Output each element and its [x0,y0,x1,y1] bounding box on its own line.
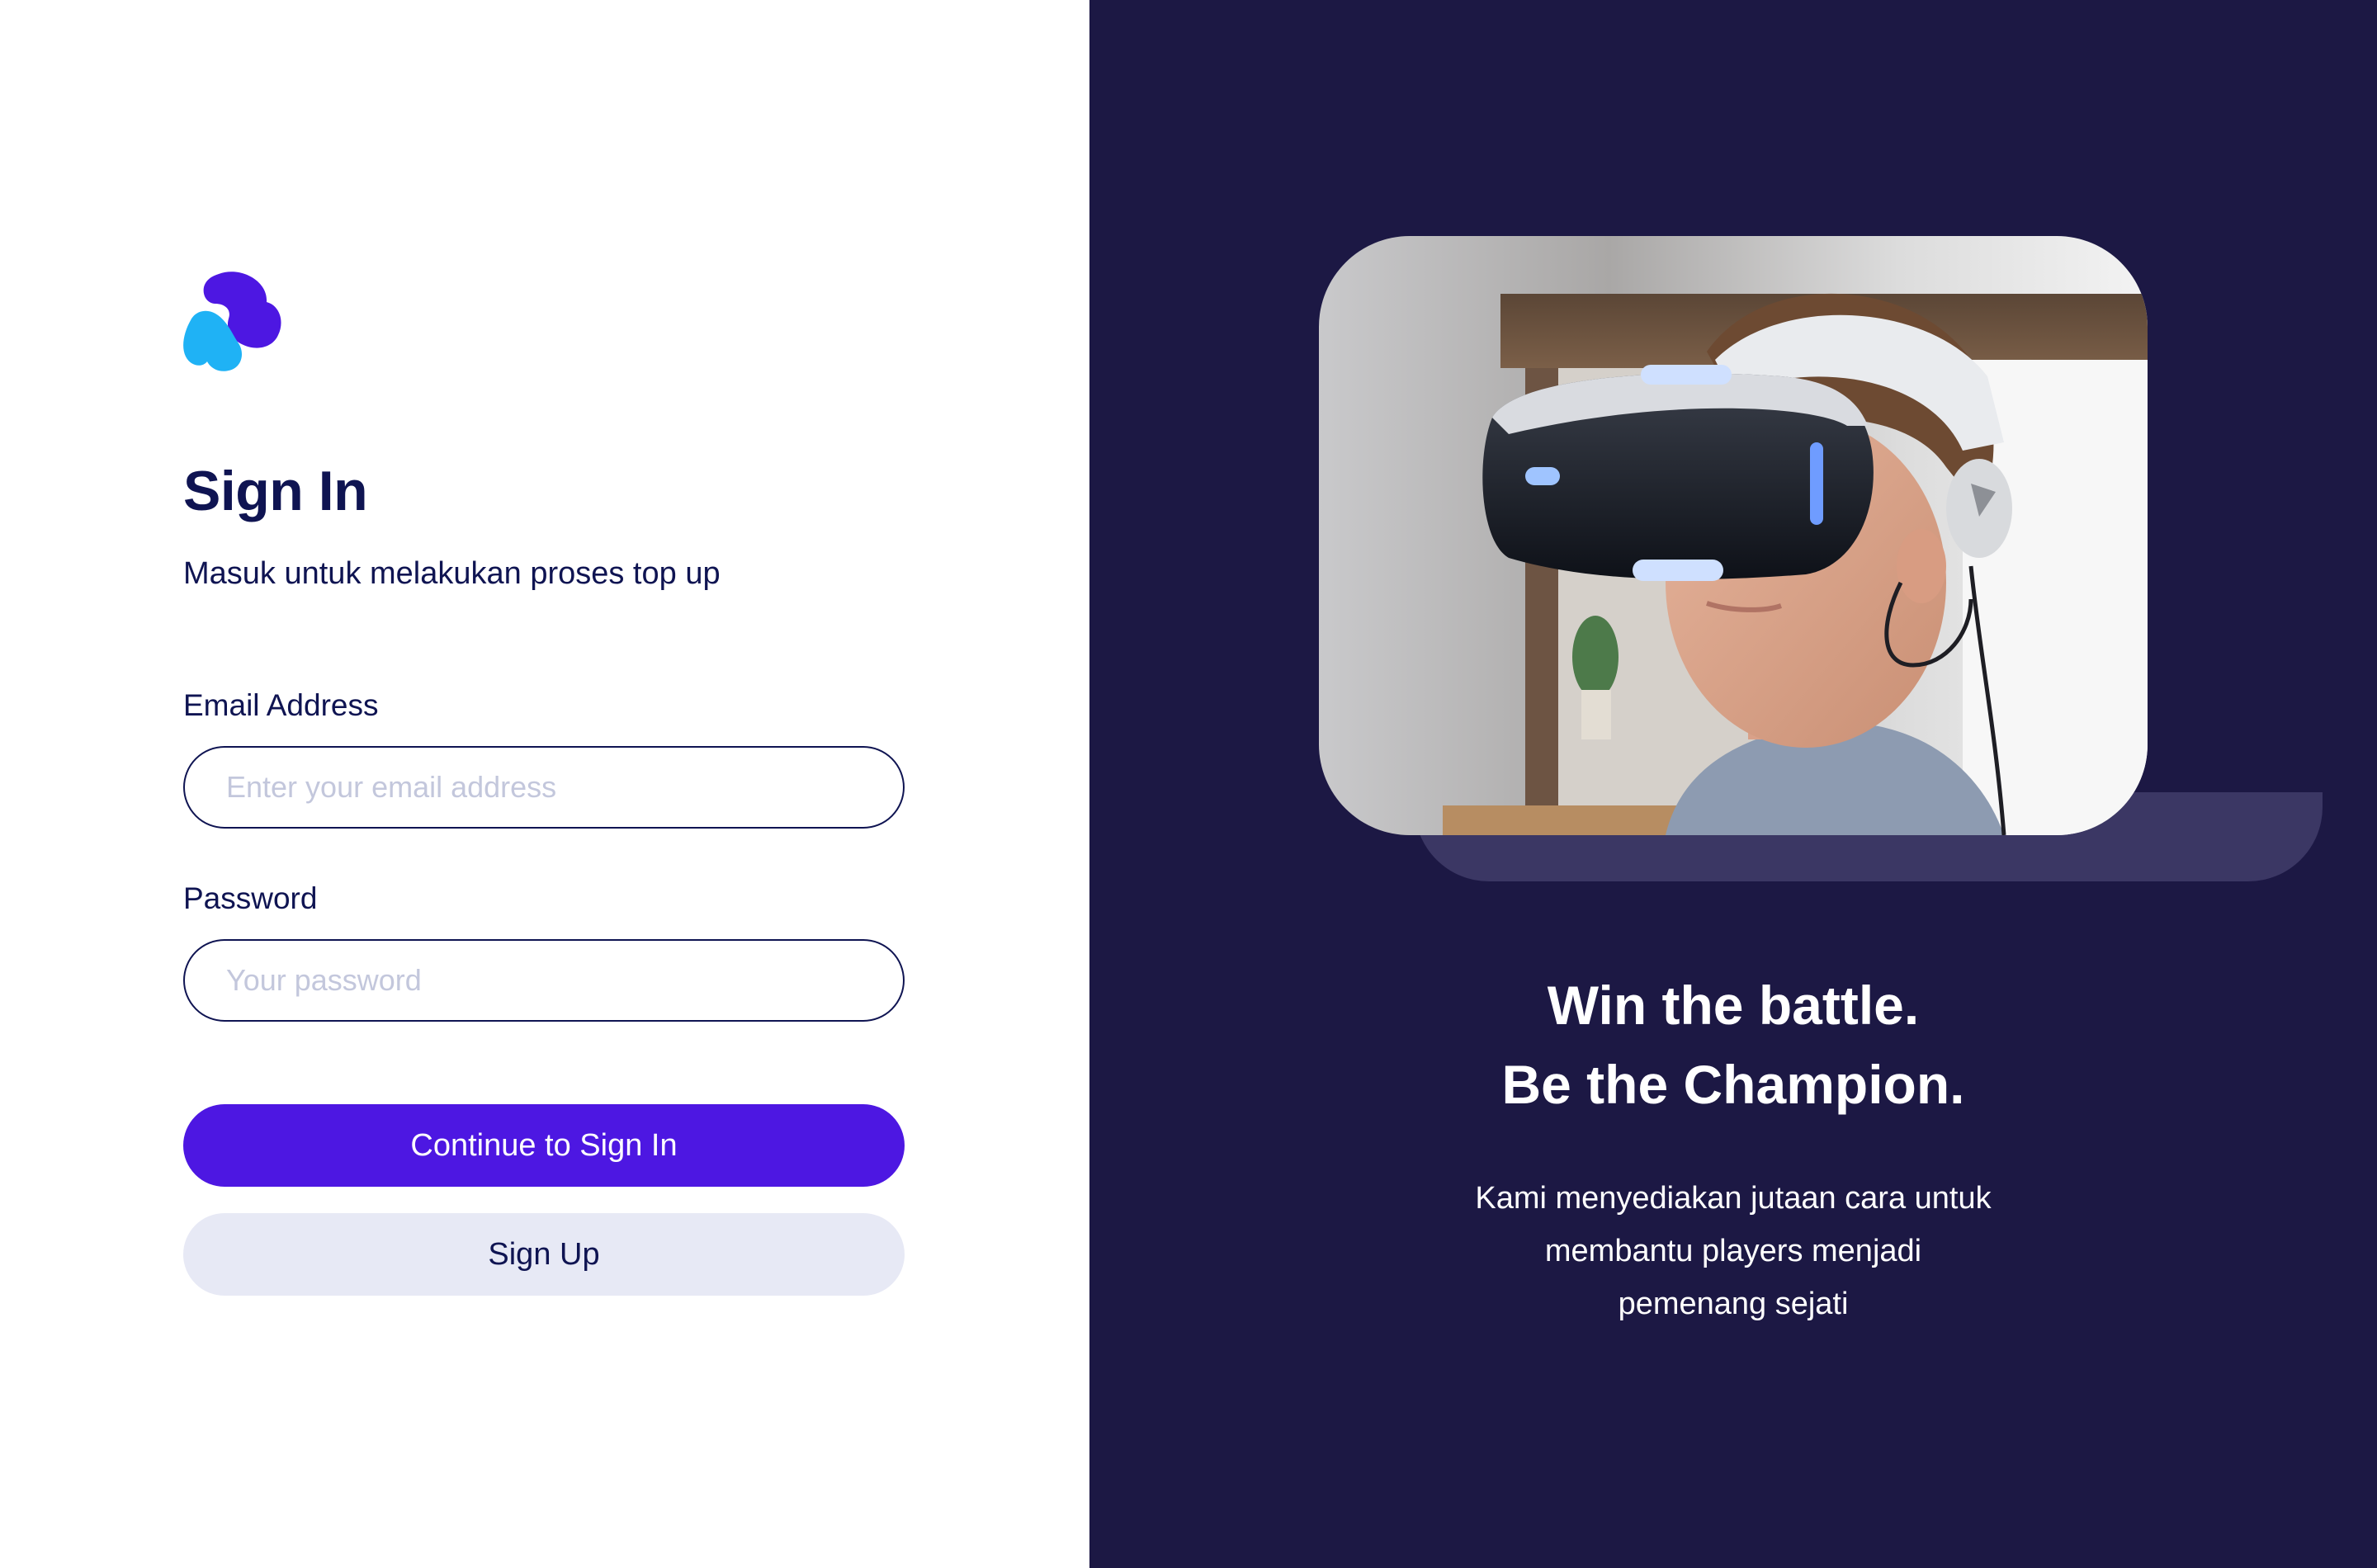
hero-image [1319,236,2148,835]
description-line-3: pemenang sejati [1618,1287,1849,1321]
sign-in-page: Sign In Masuk untuk melakukan proses top… [0,0,2377,1568]
password-label: Password [183,881,318,915]
continue-sign-in-button[interactable]: Continue to Sign In [183,1104,905,1187]
headline-line-2: Be the Champion. [1501,1054,1965,1115]
hero-panel: Win the battle. Be the Champion. Kami me… [1089,0,2377,1568]
description-line-1: Kami menyediakan jutaan cara untuk [1475,1181,1992,1216]
sign-up-button[interactable]: Sign Up [183,1213,905,1296]
page-title: Sign In [183,460,368,522]
brand-logo-icon [183,272,281,371]
password-field[interactable] [183,939,905,1022]
description-line-2: membantu players menjadi [1544,1234,1922,1268]
email-label: Email Address [183,688,379,722]
vr-headset-photo-icon [1319,236,2148,835]
sign-in-panel: Sign In Masuk untuk melakukan proses top… [0,0,1089,1568]
email-field[interactable] [183,746,905,829]
headline-line-1: Win the battle. [1547,975,1920,1036]
page-subtitle: Masuk untuk melakukan proses top up [183,556,721,591]
